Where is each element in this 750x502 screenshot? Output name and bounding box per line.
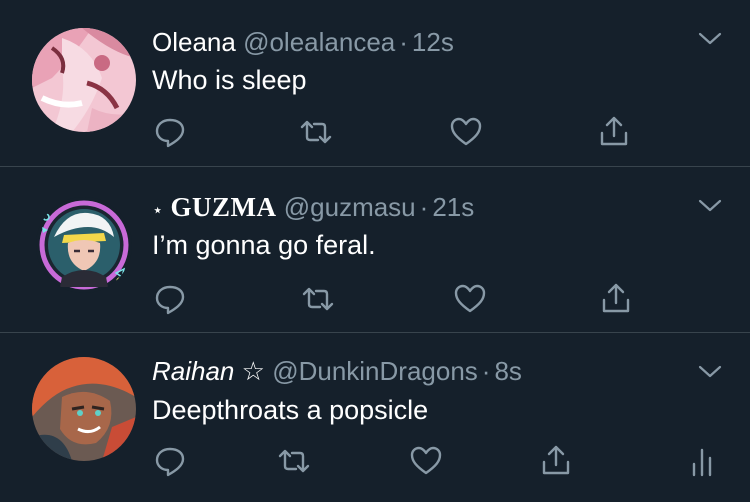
chevron-down-icon[interactable]: [698, 365, 722, 379]
handle[interactable]: @olealancea: [243, 27, 395, 57]
retweet-button[interactable]: [296, 112, 336, 152]
retweet-icon: [302, 287, 334, 311]
tweet-header: Raihan ☆ @DunkinDragons · 8s: [152, 356, 522, 386]
separator: ·: [399, 27, 408, 57]
tweet-text: Deepthroats a popsicle: [152, 395, 429, 425]
timestamp[interactable]: 8s: [494, 356, 521, 386]
name-suffix: ☆: [241, 356, 265, 386]
handle[interactable]: @DunkinDragons: [272, 356, 478, 386]
handle[interactable]: @guzmasu: [284, 192, 416, 222]
tweet-header: Oleana @olealancea · 12s: [152, 27, 454, 57]
tweet[interactable]: Oleana @olealancea · 12s Who is sleep: [0, 0, 750, 167]
tweet-header: ⋆ GUZMA @guzmasu · 21s: [152, 192, 474, 225]
analytics-button[interactable]: [682, 441, 722, 481]
share-icon: [600, 116, 628, 146]
reply-icon: [155, 118, 185, 148]
like-button[interactable]: [406, 441, 446, 481]
tweet-actions: [0, 441, 750, 481]
like-button[interactable]: [450, 279, 490, 319]
separator: ·: [419, 192, 429, 222]
name-prefix: ⋆: [152, 200, 164, 220]
tweet-actions: [0, 279, 750, 319]
reply-button[interactable]: [150, 112, 190, 152]
chevron-down-icon[interactable]: [698, 32, 722, 46]
like-button[interactable]: [446, 112, 486, 152]
timestamp[interactable]: 12s: [412, 27, 454, 57]
share-button[interactable]: [596, 279, 636, 319]
share-button[interactable]: [594, 112, 634, 152]
analytics-icon: [692, 448, 712, 477]
tweet[interactable]: Raihan ☆ @DunkinDragons · 8s Deepthroats a…: [0, 333, 750, 502]
reply-button[interactable]: [150, 279, 190, 319]
retweet-button[interactable]: [274, 441, 314, 481]
reply-icon: [155, 447, 185, 477]
chevron-down-icon[interactable]: [698, 199, 722, 213]
tweet[interactable]: ⋆ GUZMA @guzmasu · 21s I’m gonna go feral.: [0, 167, 750, 333]
tweet-text: Who is sleep: [152, 65, 307, 95]
share-icon: [602, 283, 630, 313]
retweet-button[interactable]: [298, 279, 338, 319]
display-name[interactable]: Oleana: [152, 27, 236, 57]
reply-icon: [155, 285, 185, 315]
timestamp[interactable]: 21s: [432, 192, 474, 222]
like-icon: [450, 117, 482, 146]
like-icon: [410, 446, 442, 475]
reply-button[interactable]: [150, 441, 190, 481]
tweet-text: I’m gonna go feral.: [152, 230, 376, 260]
separator: ·: [481, 356, 491, 386]
retweet-icon: [278, 449, 310, 473]
share-icon: [542, 445, 570, 475]
tweet-actions: [0, 112, 750, 152]
retweet-icon: [300, 120, 332, 144]
share-button[interactable]: [536, 441, 576, 481]
like-icon: [454, 284, 486, 313]
display-name[interactable]: GUZMA: [171, 192, 277, 222]
display-name[interactable]: Raihan: [152, 356, 234, 386]
